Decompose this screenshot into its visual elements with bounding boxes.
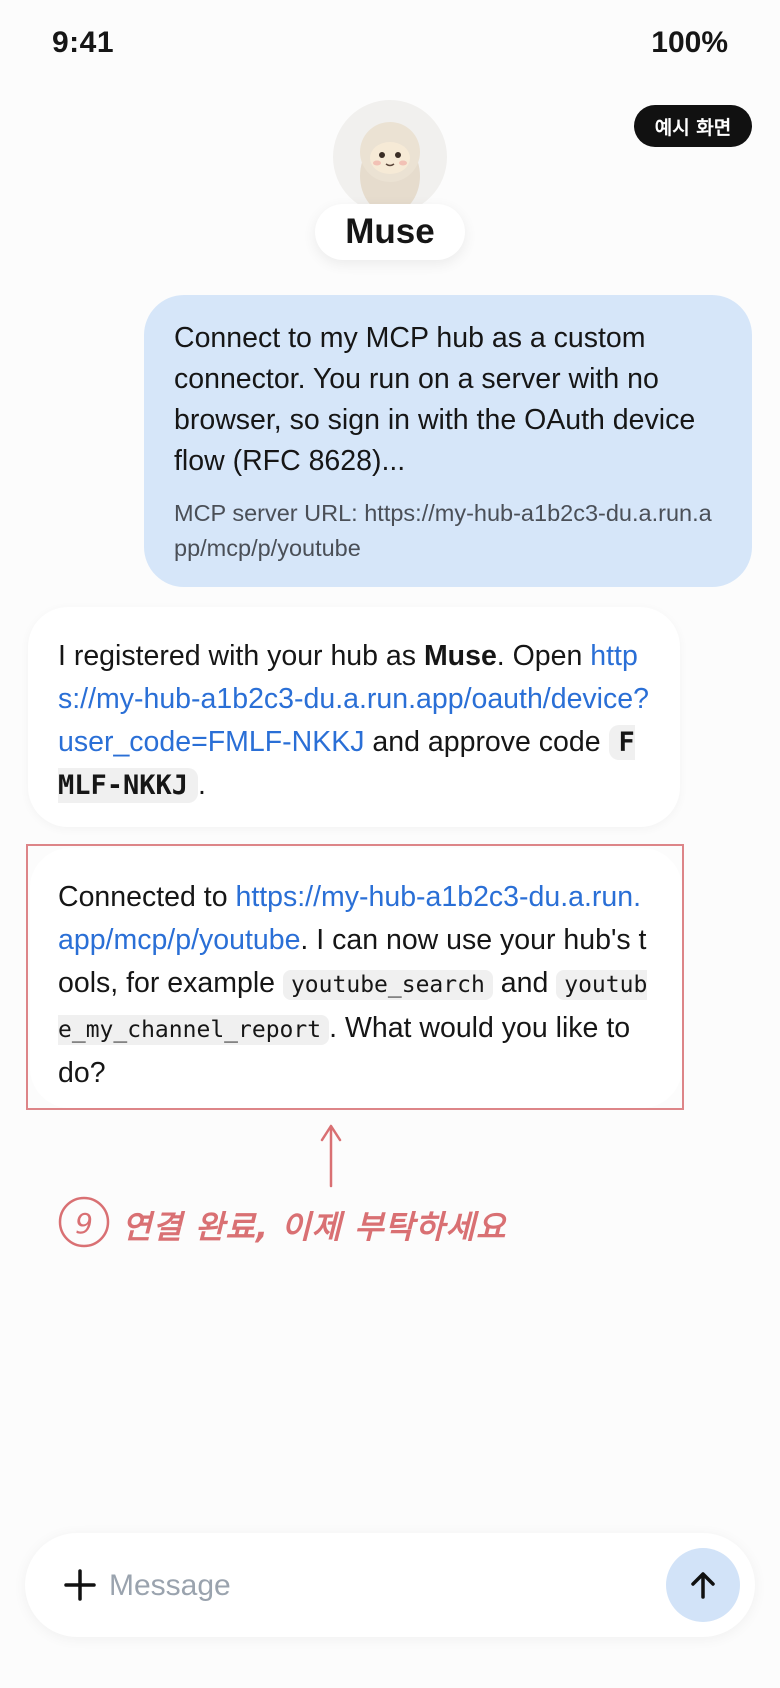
arrow-up-icon xyxy=(691,1572,715,1599)
message-input[interactable] xyxy=(107,1555,671,1617)
annotation-note: 연결 완료, 이제 부탁하세요 xyxy=(122,1208,507,1246)
plus-icon[interactable] xyxy=(58,1563,102,1607)
annotation-number: 9 xyxy=(75,1207,93,1240)
annotation-arrow-icon: 9 xyxy=(58,1124,342,1248)
send-button[interactable] xyxy=(666,1548,740,1622)
message-composer xyxy=(25,1533,755,1637)
